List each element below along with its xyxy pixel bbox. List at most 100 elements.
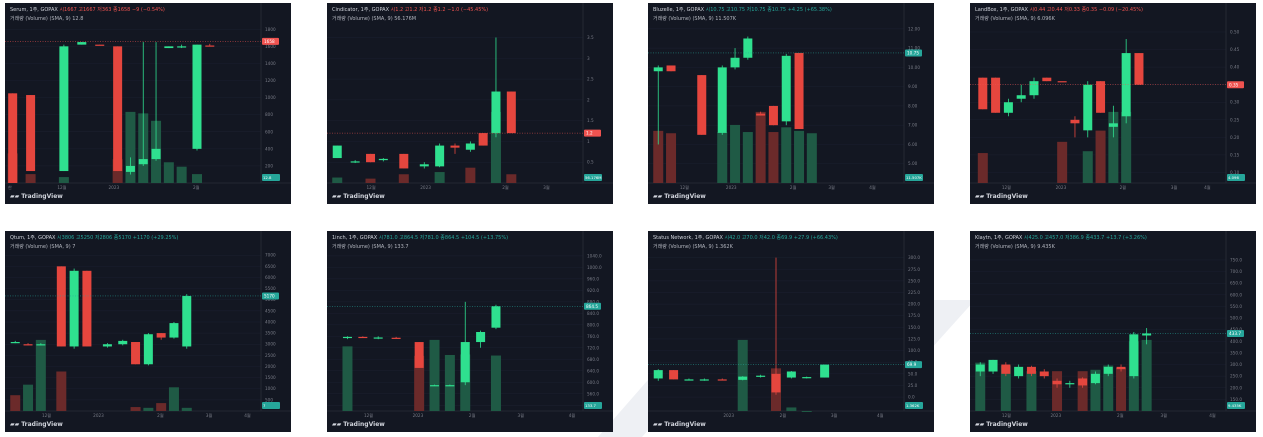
volume-bar: [730, 124, 741, 183]
candle-body: [26, 95, 36, 172]
y-tick-label: 1200: [265, 78, 276, 83]
y-tick-label: 250.0: [1230, 374, 1242, 379]
volume-bar: [717, 132, 728, 183]
candle-body: [768, 105, 778, 126]
volume-badge-label: 4.096: [1228, 175, 1239, 180]
price-chart: 1040.01000.0960.0920.0880.0840.0800.0760…: [327, 231, 613, 419]
x-tick-label: 2023: [413, 413, 424, 418]
tradingview-brand[interactable]: ▰▰ TradingView: [332, 421, 385, 429]
candle-body: [192, 44, 202, 149]
candle-body: [1129, 334, 1139, 377]
candle-body: [391, 337, 401, 339]
candle-body: [1103, 366, 1113, 374]
candle-body: [102, 344, 112, 347]
y-tick-label: 2000: [265, 364, 276, 369]
price-badge-label: 433.7: [1229, 331, 1241, 336]
price-chart: 0.500.450.400.350.300.250.200.150.100.35…: [970, 3, 1256, 191]
candle-body: [23, 344, 33, 346]
tradingview-brand[interactable]: ▰▰ TradingView: [975, 421, 1028, 429]
y-tick-label: 2: [587, 97, 590, 102]
candle-body: [399, 153, 409, 169]
volume-bar: [801, 411, 812, 412]
tradingview-brand[interactable]: ▰▰ TradingView: [10, 193, 63, 201]
ohlc-value: 시10.75: [705, 7, 725, 13]
ohlc-value: 종10.75: [767, 7, 787, 13]
volume-bar: [342, 346, 353, 411]
x-tick-label: 4월: [877, 412, 884, 419]
ohlc-value: 종5170: [113, 235, 132, 241]
candle-body: [342, 336, 352, 339]
candle-body: [1057, 81, 1067, 83]
volume-bar: [10, 395, 21, 411]
chart-panel[interactable]: 1800 1600 1400 1200 1000 800 600 400 200 1658 12.8…: [5, 3, 291, 204]
y-tick-label: 2500: [265, 353, 276, 358]
x-tick-label: 4월: [1209, 412, 1216, 419]
y-tick-label: 10.00: [908, 65, 920, 70]
y-tick-label: 1800: [265, 27, 276, 32]
candle-body: [205, 45, 215, 47]
chart-panel[interactable]: 7000 6500 6000 5500 5000 4500 4000 3500 3000 2500…: [5, 231, 291, 432]
brand-name: TradingView: [343, 193, 385, 200]
y-tick-label: 125.0: [908, 336, 920, 341]
ohlc-value: +27.9 (+66.43%): [793, 235, 838, 241]
x-tick-label: 3월: [831, 412, 838, 419]
candle-body: [491, 306, 501, 328]
y-tick-label: 300.0: [908, 255, 920, 260]
volume-bar: [1026, 371, 1037, 411]
volume-indicator-label: 거래량 (Volume) (SMA, 9) 133.7: [332, 244, 409, 251]
ohlc-value: 종1658: [113, 7, 131, 13]
chart-panel[interactable]: 0.500.450.400.350.300.250.200.150.100.35…: [970, 3, 1256, 204]
x-tick-label: 4월: [1204, 184, 1211, 191]
candle-body: [653, 67, 663, 72]
chart-panel[interactable]: 750.0 700.0 650.0 600.0 550.0 500.0 450.0 400.0…: [970, 231, 1256, 432]
y-tick-label: 1040.0: [587, 253, 602, 258]
brand-name: TradingView: [21, 193, 63, 200]
tradingview-logo-icon: ▰▰: [10, 193, 20, 200]
x-tick-label: 3월: [543, 184, 550, 191]
chart-panel[interactable]: 1040.0 1000.0 960.0 920.0 880.0 840.0 800.0 760…: [327, 231, 613, 432]
candle-body: [1096, 81, 1106, 113]
ohlc-value: +13.7 (+3.26%): [1105, 235, 1147, 241]
tradingview-brand[interactable]: ▰▰ TradingView: [332, 193, 385, 201]
x-tick-label: 한: [8, 185, 12, 190]
x-tick-label: 3월: [206, 412, 213, 419]
volume-bar: [737, 339, 748, 411]
chart-panel[interactable]: 3.5 3 2.5 2 1.5 1 0.5 1.2 56.176M 12월 2023 2월 3월 Cind…: [327, 3, 613, 204]
volume-indicator-label: 거래량 (Volume) (SMA, 9) 7: [10, 244, 75, 251]
tradingview-brand[interactable]: ▰▰ TradingView: [10, 421, 63, 429]
volume-indicator-name: 거래량 (Volume) (SMA, 9): [975, 244, 1036, 250]
tradingview-brand[interactable]: ▰▰ TradingView: [653, 421, 706, 429]
candle-body: [143, 334, 153, 365]
price-badge-label: 1.2: [586, 131, 593, 136]
symbol-name: Status Network, 1주, GOPAX: [653, 235, 723, 241]
tradingview-brand[interactable]: ▰▰ TradingView: [653, 193, 706, 201]
y-tick-label: 700.0: [1230, 269, 1242, 274]
volume-bar: [465, 167, 476, 183]
chart-panel[interactable]: 300.0 275.0 250.0 225.0 200.0 175.0 150.0 125.0…: [648, 231, 934, 432]
x-tick-label: 12월: [42, 412, 51, 419]
x-tick-label: 3월: [828, 184, 835, 191]
volume-indicator-value: 11.507K: [715, 16, 737, 22]
ohlc-value: 시0.44: [1029, 7, 1046, 13]
candle-body: [56, 266, 66, 347]
candle-body: [802, 377, 812, 379]
candle-body: [1116, 366, 1126, 370]
y-tick-label: 7.00: [908, 123, 918, 128]
volume-badge-label: 1.362K: [906, 403, 920, 408]
volume-bar: [130, 407, 141, 411]
symbol-header: 1inch, 1주, GOPAX 시781.0 고864.5 저781.0 종8…: [332, 235, 508, 242]
x-tick-label: 4월: [569, 412, 576, 419]
x-tick-label: 3월: [1171, 184, 1178, 191]
ohlc-value: 종864.5: [440, 235, 460, 241]
candle-body: [1108, 123, 1118, 127]
y-tick-label: 6000: [265, 275, 276, 280]
x-tick-label: 4월: [869, 184, 876, 191]
symbol-name: Qtum, 1주, GOPAX: [10, 235, 56, 241]
symbol-name: Bluzelle, 1주, GOPAX: [653, 7, 705, 13]
y-tick-label: 3500: [265, 331, 276, 336]
tradingview-brand[interactable]: ▰▰ TradingView: [975, 193, 1028, 201]
chart-panel[interactable]: 12.00 11.00 10.00 9.00 8.00 7.00 6.00 5.00 10.75…: [648, 3, 934, 204]
brand-name: TradingView: [343, 421, 385, 428]
y-tick-label: 200: [265, 163, 273, 168]
candle-body: [113, 46, 123, 172]
